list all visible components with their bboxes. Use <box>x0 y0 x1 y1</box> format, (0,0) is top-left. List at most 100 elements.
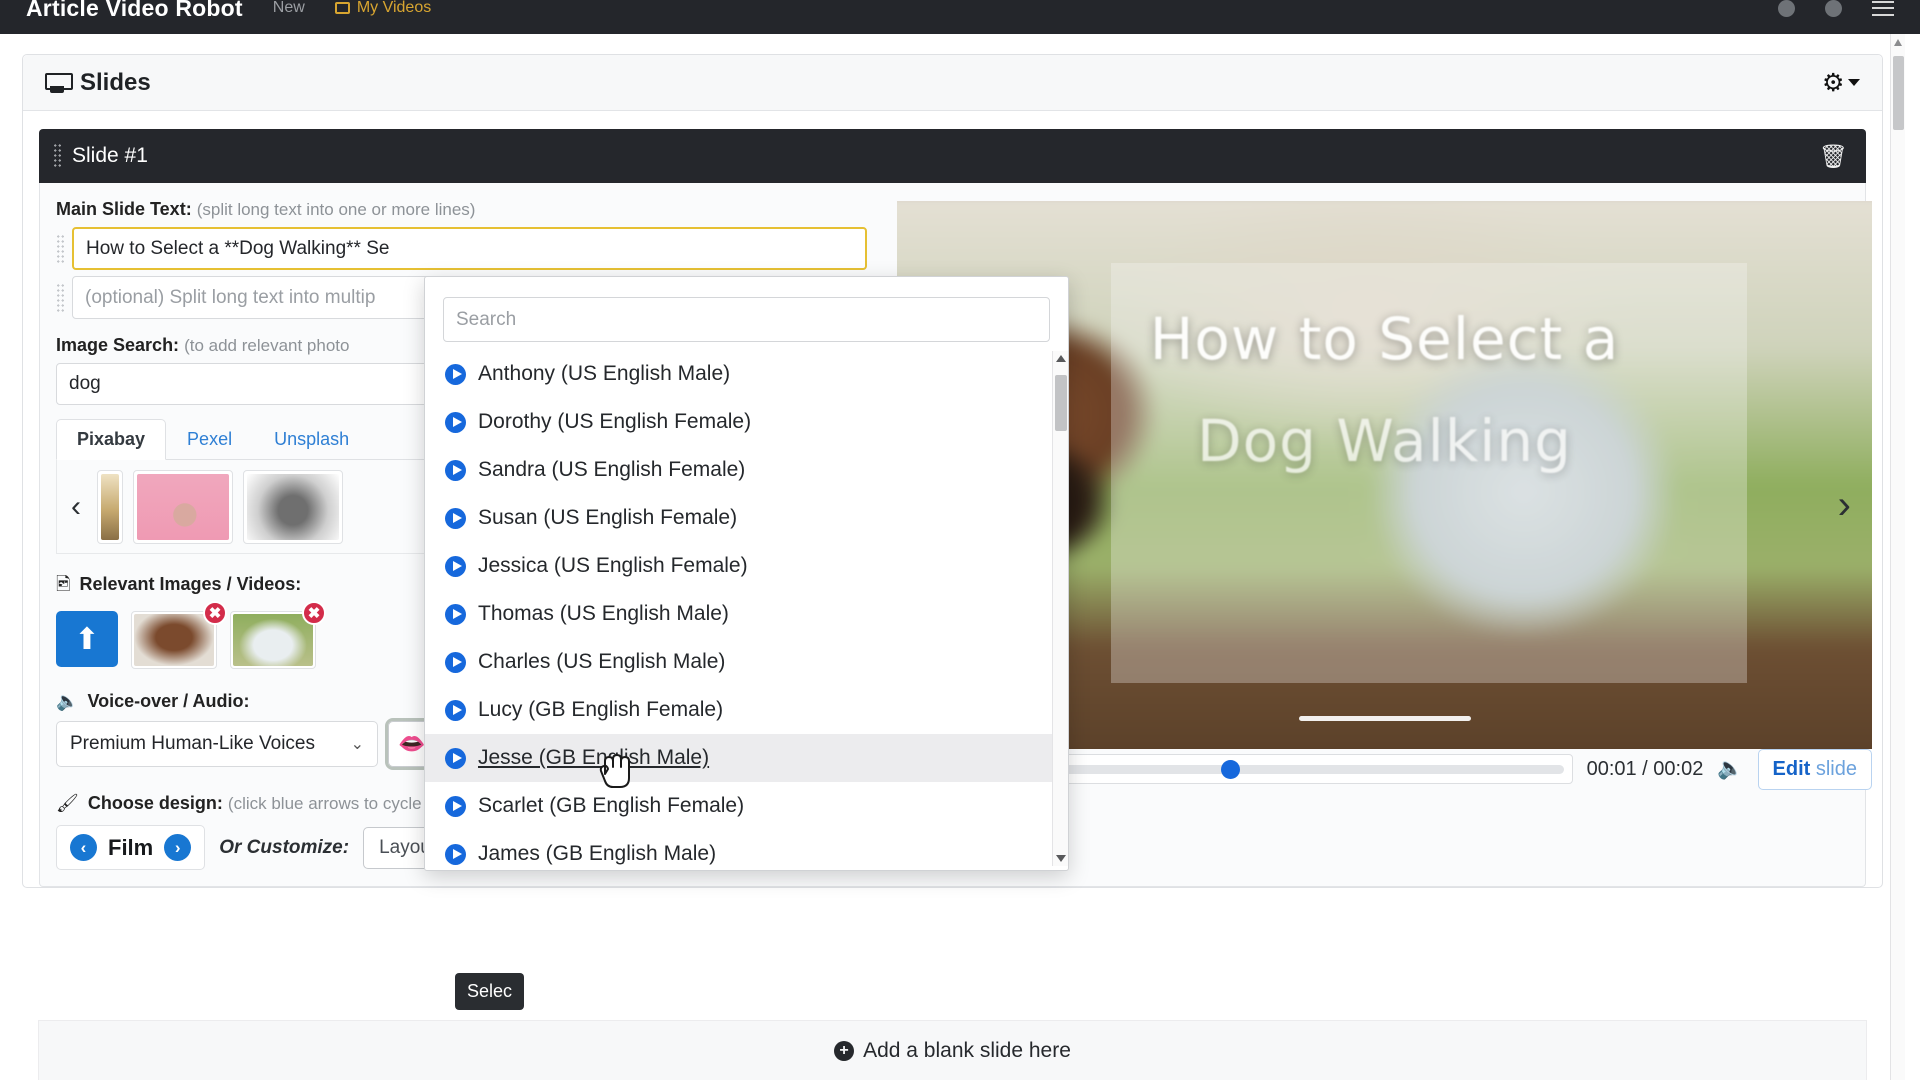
voice-option[interactable]: Susan (US English Female) <box>425 494 1068 542</box>
play-icon[interactable] <box>445 603 466 625</box>
voice-option-label: Jesse (GB English Male) <box>478 746 710 769</box>
voice-engine-select[interactable]: Premium Human-Like Voices ⌄ <box>56 721 378 767</box>
nav-item-my-videos-label: My Videos <box>356 0 432 16</box>
upload-icon[interactable]: ⬆ <box>56 611 118 667</box>
play-icon[interactable] <box>445 795 466 817</box>
edit-slide-button[interactable]: Edit slide <box>1757 748 1872 790</box>
play-icon[interactable] <box>445 651 466 673</box>
voice-option-label: Anthony (US English Male) <box>478 362 731 385</box>
image-search-label-text: Image Search: <box>56 335 180 355</box>
play-icon[interactable] <box>445 747 466 769</box>
chevron-down-icon[interactable] <box>1848 79 1860 86</box>
scroll-down-icon[interactable] <box>1056 855 1066 862</box>
app-brand[interactable]: Article Video Robot <box>26 0 243 22</box>
top-navbar: Article Video Robot New My Videos <box>0 0 1920 34</box>
help-icon[interactable] <box>1778 0 1795 17</box>
slide-header: Slide #1 🗑 <box>39 129 1866 183</box>
voice-option[interactable]: Thomas (US English Male) <box>425 590 1068 638</box>
tab-unsplash[interactable]: Unsplash <box>253 419 370 460</box>
voice-option-label: James (GB English Male) <box>478 842 717 865</box>
trash-icon[interactable]: 🗑 <box>1819 143 1848 170</box>
page-title-text: Slides <box>80 68 151 96</box>
voice-list-scrollbar[interactable] <box>1052 351 1068 866</box>
remove-icon[interactable]: ✖ <box>203 601 227 625</box>
voice-option-label: Lucy (GB English Female) <box>478 698 724 721</box>
voice-option[interactable]: James (GB English Male) <box>425 830 1068 870</box>
playback-time: 00:01 / 00:02 <box>1586 757 1704 780</box>
or-customize-label: Or Customize: <box>219 836 350 858</box>
play-icon[interactable] <box>445 699 466 721</box>
play-icon[interactable] <box>445 843 466 865</box>
window-scrollbar[interactable] <box>1890 34 1905 1080</box>
page-body: Slides Slide #1 🗑 Main Slide Text: (spli… <box>0 34 1905 1080</box>
play-icon[interactable] <box>445 459 466 481</box>
add-blank-slide-button[interactable]: + Add a blank slide here <box>38 1020 1867 1080</box>
voice-option-label: Susan (US English Female) <box>478 506 738 529</box>
voice-option-label: Thomas (US English Male) <box>478 602 729 625</box>
drag-handle-icon[interactable] <box>56 282 66 313</box>
voice-option-label: Scarlet (GB English Female) <box>478 794 745 817</box>
voice-option[interactable]: Scarlet (GB English Female) <box>425 782 1068 830</box>
play-icon[interactable] <box>445 411 466 433</box>
edit-slide-button-rest: slide <box>1810 757 1857 780</box>
voice-option[interactable]: Dorothy (US English Female) <box>425 398 1068 446</box>
design-label-text: Choose design: <box>87 793 223 813</box>
scroll-up-icon[interactable] <box>1894 39 1902 46</box>
main-text-label-text: Main Slide Text: <box>56 199 192 219</box>
tab-pexel[interactable]: Pexel <box>166 419 253 460</box>
nav-item-my-videos[interactable]: My Videos <box>334 0 432 17</box>
voice-dropdown[interactable]: Search Anthony (US English Male) Dorothy … <box>424 276 1069 871</box>
brush-icon: 🖌 <box>56 793 79 813</box>
design-preset-cycler: ‹ Film › <box>56 825 206 870</box>
remove-icon[interactable]: ✖ <box>302 601 326 625</box>
list-item[interactable] <box>133 469 233 544</box>
arrow-right-circle-icon[interactable]: › <box>164 834 192 861</box>
list-item[interactable] <box>243 469 343 544</box>
list-item[interactable] <box>97 469 123 544</box>
folder-icon <box>334 2 350 14</box>
play-icon[interactable] <box>445 555 466 577</box>
voice-option[interactable]: Jessica (US English Female) <box>425 542 1068 590</box>
relevant-media-item[interactable]: ✖ <box>230 601 326 669</box>
image-search-hint: (to add relevant photo <box>184 336 350 355</box>
voice-list: Anthony (US English Male) Dorothy (US Eng… <box>425 350 1068 865</box>
chevron-left-icon[interactable]: ‹ <box>65 490 87 524</box>
scroll-up-icon[interactable] <box>1056 355 1066 362</box>
relevant-media-item[interactable]: ✖ <box>131 601 227 669</box>
speaker-icon[interactable]: 🔈 <box>1717 757 1743 781</box>
edit-slide-button-strong: Edit <box>1772 757 1811 780</box>
chevron-right-icon[interactable]: › <box>1838 483 1851 528</box>
gear-icon[interactable] <box>1822 73 1842 93</box>
scrollbar-thumb[interactable] <box>1055 375 1067 431</box>
play-icon[interactable] <box>445 507 466 529</box>
preview-progress-bar <box>1298 716 1471 721</box>
lips-icon: 👄 <box>398 731 426 756</box>
chevron-down-icon: ⌄ <box>350 736 364 753</box>
voice-option-label: Jessica (US English Female) <box>478 554 748 577</box>
voice-option[interactable]: Anthony (US English Male) <box>425 350 1068 398</box>
arrow-left-circle-icon[interactable]: ‹ <box>70 834 97 861</box>
drag-handle-icon[interactable] <box>53 143 62 169</box>
voice-option[interactable]: Charles (US English Male) <box>425 638 1068 686</box>
voice-option[interactable]: Lucy (GB English Female) <box>425 686 1068 734</box>
relevant-media-label-text: Relevant Images / Videos: <box>79 574 302 594</box>
voice-option[interactable]: Sandra (US English Female) <box>425 446 1068 494</box>
voiceover-label-text: Voice-over / Audio: <box>87 691 250 711</box>
slides-panel-settings[interactable] <box>1822 73 1860 93</box>
nav-item-new[interactable]: New <box>273 0 305 17</box>
voice-option[interactable]: Jesse (GB English Male) <box>425 734 1068 782</box>
select-voice-tooltip: Selec <box>455 973 525 1010</box>
account-icon[interactable] <box>1825 0 1842 17</box>
voice-engine-value: Premium Human-Like Voices <box>70 733 315 754</box>
drag-handle-icon[interactable] <box>56 233 66 264</box>
tab-pixabay[interactable]: Pixabay <box>56 419 167 460</box>
scrollbar-thumb[interactable] <box>1893 56 1904 130</box>
plus-circle-icon: + <box>834 1040 855 1061</box>
scrubber-handle[interactable] <box>1221 759 1241 779</box>
menu-icon[interactable] <box>1872 0 1894 16</box>
voice-option-label: Charles (US English Male) <box>478 650 726 673</box>
design-preset-name: Film <box>108 834 154 860</box>
voice-search-input[interactable]: Search <box>443 297 1050 342</box>
main-text-input[interactable]: How to Select a **Dog Walking** Se <box>72 227 867 270</box>
play-icon[interactable] <box>445 363 466 385</box>
